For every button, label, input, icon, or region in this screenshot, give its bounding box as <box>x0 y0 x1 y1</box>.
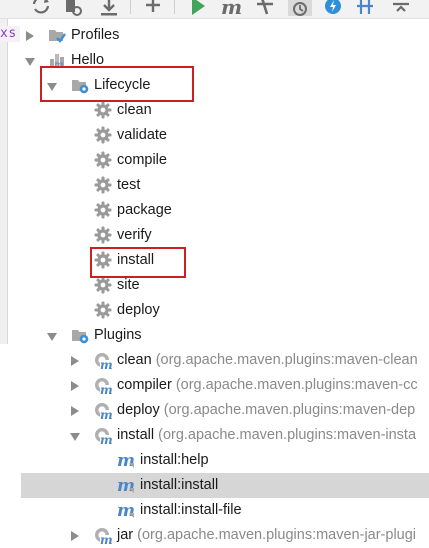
plugin-node[interactable]: deploy (org.apache.maven.plugins:maven-d… <box>0 398 429 423</box>
expand-arrow-icon[interactable] <box>71 381 79 391</box>
maven-plugin-icon <box>94 401 112 419</box>
gear-icon <box>94 126 112 144</box>
plugin-node[interactable]: clean (org.apache.maven.plugins:maven-cl… <box>0 348 429 373</box>
maven-plugin-icon <box>94 526 112 544</box>
tree-node-project[interactable]: Hello <box>0 48 429 73</box>
tree-node-label: Plugins <box>94 327 142 343</box>
lifecycle-phase[interactable]: package <box>0 198 429 223</box>
plugins-folder-icon <box>71 326 89 344</box>
collapse-arrow-icon[interactable] <box>70 433 80 441</box>
gear-icon <box>94 201 112 219</box>
maven-toolbar: m <box>0 0 429 19</box>
run-icon[interactable] <box>187 0 209 16</box>
phase-label: compile <box>117 152 167 168</box>
show-dependencies-icon[interactable] <box>354 0 376 16</box>
phase-label: test <box>117 177 141 193</box>
lifecycle-folder-icon <box>71 76 89 94</box>
goal-label: install:install <box>140 477 219 493</box>
maven-project-icon <box>48 51 66 69</box>
maven-goal-icon <box>117 451 135 469</box>
lightning-icon[interactable] <box>322 0 344 16</box>
gear-icon <box>94 151 112 169</box>
plugin-label: install (org.apache.maven.plugins:maven-… <box>117 427 417 443</box>
expand-arrow-icon[interactable] <box>71 531 79 541</box>
goal-label: install:help <box>140 452 209 468</box>
gear-icon <box>94 226 112 244</box>
maven-plugin-icon <box>94 351 112 369</box>
generate-sources-icon[interactable] <box>62 0 84 16</box>
collapse-arrow-icon[interactable] <box>25 58 35 66</box>
add-icon[interactable] <box>142 0 164 16</box>
maven-plugin-icon <box>94 426 112 444</box>
phase-label: validate <box>117 127 167 143</box>
collapse-all-icon[interactable] <box>390 0 412 16</box>
maven-goal-icon[interactable]: m <box>220 0 242 16</box>
lifecycle-phase[interactable]: validate <box>0 123 429 148</box>
phase-label: package <box>117 202 172 218</box>
profiles-folder-icon <box>48 26 66 44</box>
reimport-icon[interactable] <box>30 0 52 16</box>
tree-node-label: Profiles <box>71 27 120 43</box>
gear-icon <box>94 301 112 319</box>
gear-icon <box>94 276 112 294</box>
download-icon[interactable] <box>98 0 120 16</box>
lifecycle-phase[interactable]: verify <box>0 223 429 248</box>
expand-arrow-icon[interactable] <box>71 356 79 366</box>
tree-node-label: Lifecycle <box>94 77 151 93</box>
lifecycle-phase[interactable]: site <box>0 273 429 298</box>
phase-label: install <box>117 252 155 268</box>
tree-node-label: Hello <box>71 52 105 68</box>
plugin-label: deploy (org.apache.maven.plugins:maven-d… <box>117 402 416 418</box>
collapse-arrow-icon[interactable] <box>47 83 57 91</box>
maven-plugin-icon <box>94 376 112 394</box>
phase-label: clean <box>117 102 152 118</box>
skip-tests-icon[interactable] <box>288 0 312 16</box>
expand-arrow-icon[interactable] <box>71 406 79 416</box>
plugin-node-install[interactable]: install (org.apache.maven.plugins:maven-… <box>0 423 429 448</box>
lifecycle-phase[interactable]: clean <box>0 98 429 123</box>
phase-label: verify <box>117 227 152 243</box>
plugin-label: clean (org.apache.maven.plugins:maven-cl… <box>117 352 418 368</box>
tree-node-lifecycle[interactable]: Lifecycle <box>0 73 429 98</box>
gear-icon <box>94 251 112 269</box>
svg-text:m: m <box>221 0 242 16</box>
lifecycle-phase-install[interactable]: install <box>0 248 429 273</box>
plugin-node[interactable]: compiler (org.apache.maven.plugins:maven… <box>0 373 429 398</box>
gear-icon <box>94 176 112 194</box>
plugin-goal[interactable]: install:help <box>0 448 429 473</box>
maven-goal-icon <box>117 501 135 519</box>
phase-label: deploy <box>117 302 160 318</box>
goal-label: install:install-file <box>140 502 242 518</box>
maven-goal-icon <box>117 476 135 494</box>
plugin-goal-selected[interactable]: install:install <box>21 473 429 498</box>
gear-icon <box>94 101 112 119</box>
toggle-offline-icon[interactable] <box>254 0 276 16</box>
collapse-arrow-icon[interactable] <box>47 333 57 341</box>
lifecycle-phase[interactable]: deploy <box>0 298 429 323</box>
expand-arrow-icon[interactable] <box>26 31 34 41</box>
phase-label: site <box>117 277 140 293</box>
plugin-goal[interactable]: install:install-file <box>0 498 429 523</box>
plugin-label: compiler (org.apache.maven.plugins:maven… <box>117 377 418 393</box>
lifecycle-phase[interactable]: test <box>0 173 429 198</box>
tree-node-profiles[interactable]: Profiles <box>0 23 429 48</box>
lifecycle-phase[interactable]: compile <box>0 148 429 173</box>
tree-node-plugins[interactable]: Plugins <box>0 323 429 348</box>
